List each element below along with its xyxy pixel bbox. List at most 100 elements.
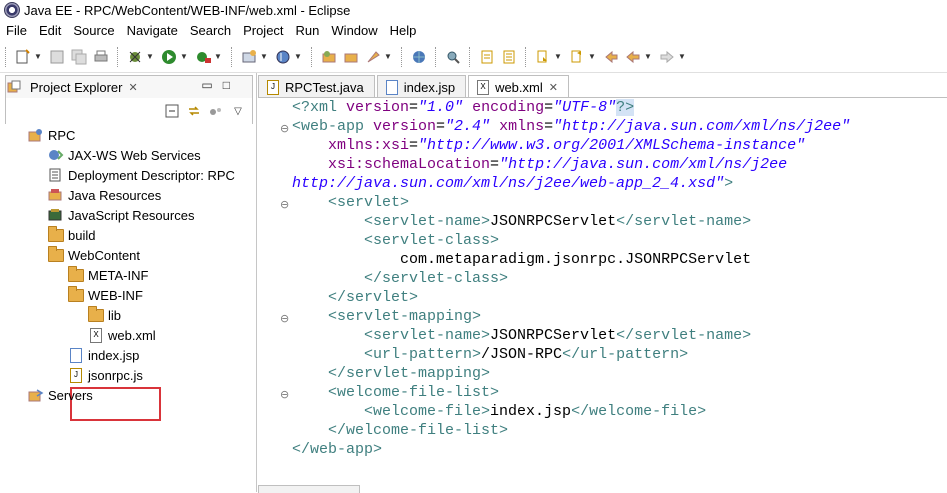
tree-item-label: RPC <box>48 127 76 143</box>
tree-item-lib[interactable]: lib <box>88 305 121 325</box>
chevron-down-icon[interactable]: ▼ <box>146 52 154 61</box>
debug-icon[interactable] <box>126 48 144 66</box>
menu-window[interactable]: Window <box>325 23 383 38</box>
open-folder-icon[interactable] <box>342 48 360 66</box>
menu-run[interactable]: Run <box>290 23 326 38</box>
close-icon[interactable]: ✕ <box>549 81 558 94</box>
link-with-editor-icon[interactable] <box>186 103 202 119</box>
attr-value: "http://www.w3.org/2001/XMLSchema-instan… <box>418 137 806 154</box>
chevron-down-icon[interactable]: ▼ <box>214 52 222 61</box>
new-web-service-icon[interactable] <box>274 48 292 66</box>
attr-value: http://java.sun.com/xml/ns/j2ee/web-app_… <box>292 175 725 192</box>
close-icon[interactable]: ✕ <box>128 81 137 94</box>
folder-icon <box>48 225 64 242</box>
java-file-icon: J <box>265 79 281 95</box>
chevron-down-icon[interactable]: ▼ <box>260 52 268 61</box>
xml-tag: <servlet-name> <box>364 213 491 230</box>
new-server-icon[interactable] <box>240 48 258 66</box>
tree-item-label: Java Resources <box>68 187 162 203</box>
chevron-down-icon[interactable]: ▼ <box>678 52 686 61</box>
tree-item-javascript-resources[interactable]: JavaScript Resources <box>48 205 194 225</box>
tree-item-build[interactable]: build <box>48 225 95 245</box>
last-edit-icon[interactable] <box>602 48 620 66</box>
attr-name: version <box>373 118 437 135</box>
tree-item-label: Servers <box>48 387 93 403</box>
chevron-down-icon[interactable]: ▼ <box>554 52 562 61</box>
menu-edit[interactable]: Edit <box>33 23 67 38</box>
new-icon[interactable] <box>14 48 32 66</box>
tab-label: RPCTest.java <box>285 79 364 95</box>
xml-text: com.metaparadigm.jsonrpc.JSONRPCServlet <box>400 251 752 268</box>
tree-item-meta-inf[interactable]: META-INF <box>68 265 148 285</box>
browser-icon[interactable] <box>410 48 428 66</box>
servers-icon <box>28 388 44 402</box>
attr-name: version <box>346 99 410 116</box>
tree-item-jsonrpc-js[interactable]: J jsonrpc.js <box>68 365 143 385</box>
tab-index-jsp[interactable]: index.jsp <box>376 75 467 98</box>
tree-item-rpc[interactable]: RPC <box>28 125 75 145</box>
save-all-icon[interactable] <box>70 48 88 66</box>
attr-name: xmlns <box>499 118 545 135</box>
tab-project-explorer[interactable]: Project Explorer ✕ ▭□ <box>5 75 253 98</box>
collapse-all-icon[interactable] <box>164 103 180 119</box>
run-icon[interactable] <box>160 48 178 66</box>
tab-web-xml[interactable]: X web.xml ✕ <box>468 75 569 98</box>
menu-help[interactable]: Help <box>384 23 423 38</box>
chevron-down-icon[interactable]: ▼ <box>294 52 302 61</box>
menu-search[interactable]: Search <box>184 23 237 38</box>
view-menu-icon[interactable] <box>208 103 224 119</box>
back-icon[interactable] <box>624 48 642 66</box>
code-line: <welcome-file-list> <box>292 383 499 402</box>
tab-rpctest-java[interactable]: J RPCTest.java <box>258 75 375 98</box>
menu-source[interactable]: Source <box>67 23 120 38</box>
tree-item-java-resources[interactable]: Java Resources <box>48 185 161 205</box>
tree-item-label: Deployment Descriptor: RPC <box>68 167 235 183</box>
xml-tag: <servlet-name> <box>364 327 491 344</box>
tree-item-webcontent[interactable]: WebContent <box>48 245 140 265</box>
chevron-down-icon[interactable]: ▽ <box>230 103 246 119</box>
tree-item-web-xml[interactable]: X web.xml <box>88 325 156 345</box>
tree-item-servers[interactable]: Servers <box>28 385 93 405</box>
search-icon[interactable] <box>444 48 462 66</box>
fold-marker-icon[interactable]: ⊖ <box>280 199 290 210</box>
menu-navigate[interactable]: Navigate <box>121 23 184 38</box>
next-annotation-icon[interactable] <box>534 48 552 66</box>
chevron-down-icon[interactable]: ▼ <box>384 52 392 61</box>
attr-name: xsi:schemaLocation <box>328 156 491 173</box>
fold-marker-icon[interactable]: ⊖ <box>280 123 290 134</box>
menu-file[interactable]: File <box>0 23 33 38</box>
code-line: </servlet-mapping> <box>292 364 490 383</box>
toggle-mark-icon[interactable] <box>478 48 496 66</box>
minimize-maximize-icon[interactable]: ▭□ <box>201 78 240 92</box>
open-type-icon[interactable] <box>320 48 338 66</box>
tree-item-web-inf[interactable]: WEB-INF <box>68 285 143 305</box>
tab-label: index.jsp <box>403 79 456 95</box>
code-line: <servlet-class> <box>292 231 499 250</box>
save-icon[interactable] <box>48 48 66 66</box>
toolbar-separator <box>435 46 437 67</box>
attr-value: "UTF-8" <box>553 99 617 116</box>
chevron-down-icon[interactable]: ▼ <box>34 52 42 61</box>
code-line: <servlet-name>JSONRPCServlet</servlet-na… <box>292 212 751 231</box>
external-tools-icon[interactable] <box>194 48 212 66</box>
fold-marker-icon[interactable]: ⊖ <box>280 313 290 324</box>
xml-declaration: ?> <box>616 99 635 116</box>
xml-tag: </servlet> <box>328 289 419 306</box>
menu-project[interactable]: Project <box>237 23 289 38</box>
chevron-down-icon[interactable]: ▼ <box>588 52 596 61</box>
attr-value: "1.0" <box>418 99 464 116</box>
tree-item-deployment-descriptor[interactable]: Deployment Descriptor: RPC <box>48 165 235 185</box>
open-task-icon[interactable] <box>364 48 382 66</box>
print-icon[interactable] <box>92 48 110 66</box>
forward-icon[interactable] <box>658 48 676 66</box>
toggle-block-icon[interactable] <box>500 48 518 66</box>
chevron-down-icon[interactable]: ▼ <box>644 52 652 61</box>
tree-item-index-jsp[interactable]: index.jsp <box>68 345 139 365</box>
previous-annotation-icon[interactable] <box>568 48 586 66</box>
xml-tag: </url-pattern> <box>562 346 689 363</box>
chevron-down-icon[interactable]: ▼ <box>180 52 188 61</box>
project-icon <box>28 128 44 142</box>
tree-item-jaxws[interactable]: JAX-WS Web Services <box>48 145 201 165</box>
fold-marker-icon[interactable]: ⊖ <box>280 389 290 400</box>
folder-icon <box>48 245 64 262</box>
